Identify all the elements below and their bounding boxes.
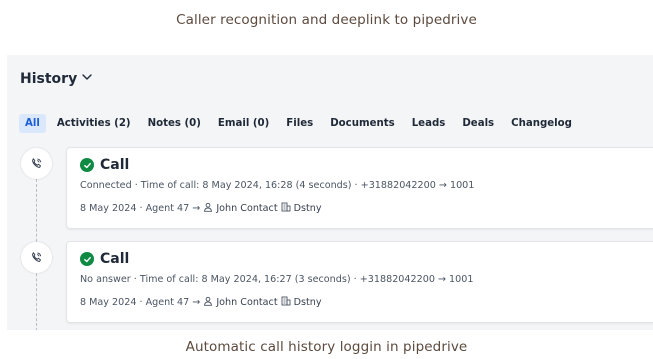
card-title-text: Call [100,251,130,267]
tab-all[interactable]: All [19,114,46,133]
card-title: Call [80,157,129,173]
tab-leads[interactable]: Leads [406,114,452,133]
history-panel: History All Activities (2) Notes (0) Ema… [7,55,653,330]
tab-activities[interactable]: Activities (2) [51,114,137,133]
org-link[interactable]: Dstny [294,297,322,308]
history-title: History [20,71,78,87]
activity-card[interactable]: Call No answer · Time of call: 8 May 202… [66,241,653,323]
check-circle-icon [80,252,94,266]
bottom-caption: Automatic call history loggin in pipedri… [185,339,468,355]
check-circle-icon [80,158,94,172]
tab-email[interactable]: Email (0) [212,114,275,133]
chevron-down-icon [81,71,93,87]
person-link[interactable]: John Contact [216,203,277,214]
tab-deals[interactable]: Deals [456,114,500,133]
top-caption: Caller recognition and deeplink to piped… [176,12,477,28]
meta-prefix: 8 May 2024 · Agent 47 → [80,203,201,214]
tab-notes[interactable]: Notes (0) [142,114,207,133]
org-link[interactable]: Dstny [294,203,322,214]
building-icon [281,296,291,309]
activity-card[interactable]: Call Connected · Time of call: 8 May 202… [66,147,653,229]
call-meta: 8 May 2024 · Agent 47 → John Contact Dst… [80,202,322,215]
building-icon [281,202,291,215]
person-link[interactable]: John Contact [216,297,277,308]
phone-call-icon [21,148,52,179]
tab-documents[interactable]: Documents [324,114,400,133]
tab-files[interactable]: Files [280,114,319,133]
card-title-text: Call [100,157,130,173]
history-header[interactable]: History [20,71,93,87]
call-details: Connected · Time of call: 8 May 2024, 16… [80,180,475,191]
call-details: No answer · Time of call: 8 May 2024, 16… [80,274,474,285]
tab-changelog[interactable]: Changelog [505,114,578,133]
card-title: Call [80,251,129,267]
person-icon [203,296,213,309]
phone-call-icon [21,242,52,273]
meta-prefix: 8 May 2024 · Agent 47 → [80,297,201,308]
call-meta: 8 May 2024 · Agent 47 → John Contact Dst… [80,296,322,309]
history-tabs: All Activities (2) Notes (0) Email (0) F… [19,114,583,133]
person-icon [203,202,213,215]
